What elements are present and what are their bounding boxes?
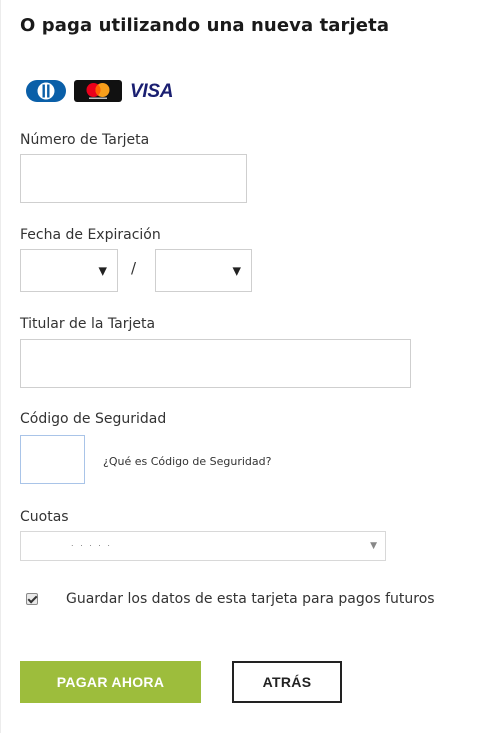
caret-down-icon: ▼	[232, 264, 241, 277]
caret-down-icon: ▼	[370, 541, 377, 551]
expiration-separator: /	[131, 259, 137, 277]
save-card-row: Guardar los datos de esta tarjeta para p…	[26, 591, 435, 607]
expiration-year-select[interactable]: ▼	[155, 249, 252, 292]
diners-club-icon	[26, 80, 66, 102]
caret-down-icon: ▼	[98, 264, 107, 277]
expiration-month-select[interactable]: ▼	[20, 249, 118, 292]
back-button[interactable]: ATRÁS	[232, 661, 342, 703]
card-number-label: Número de Tarjeta	[20, 132, 150, 148]
security-code-help-link[interactable]: ¿Qué es Código de Seguridad?	[103, 455, 271, 468]
save-card-label[interactable]: Guardar los datos de esta tarjeta para p…	[66, 591, 435, 607]
left-divider	[0, 0, 1, 733]
section-title: O paga utilizando una nueva tarjeta	[20, 15, 390, 36]
installments-label: Cuotas	[20, 509, 69, 525]
expiration-label: Fecha de Expiración	[20, 227, 161, 243]
card-holder-input[interactable]	[20, 339, 411, 388]
card-number-input[interactable]	[20, 154, 247, 203]
installments-select[interactable]: · · · · · ▼	[20, 531, 386, 561]
visa-icon: VISA	[130, 80, 174, 102]
security-code-label: Código de Seguridad	[20, 411, 167, 427]
card-holder-label: Titular de la Tarjeta	[20, 316, 156, 332]
pay-now-button[interactable]: PAGAR AHORA	[20, 661, 201, 703]
security-code-input[interactable]	[20, 435, 85, 484]
installments-selected-value: · · · · ·	[71, 541, 112, 551]
save-card-checkbox[interactable]	[26, 593, 38, 605]
mastercard-icon	[74, 80, 122, 102]
accepted-card-brands: VISA	[26, 80, 173, 102]
